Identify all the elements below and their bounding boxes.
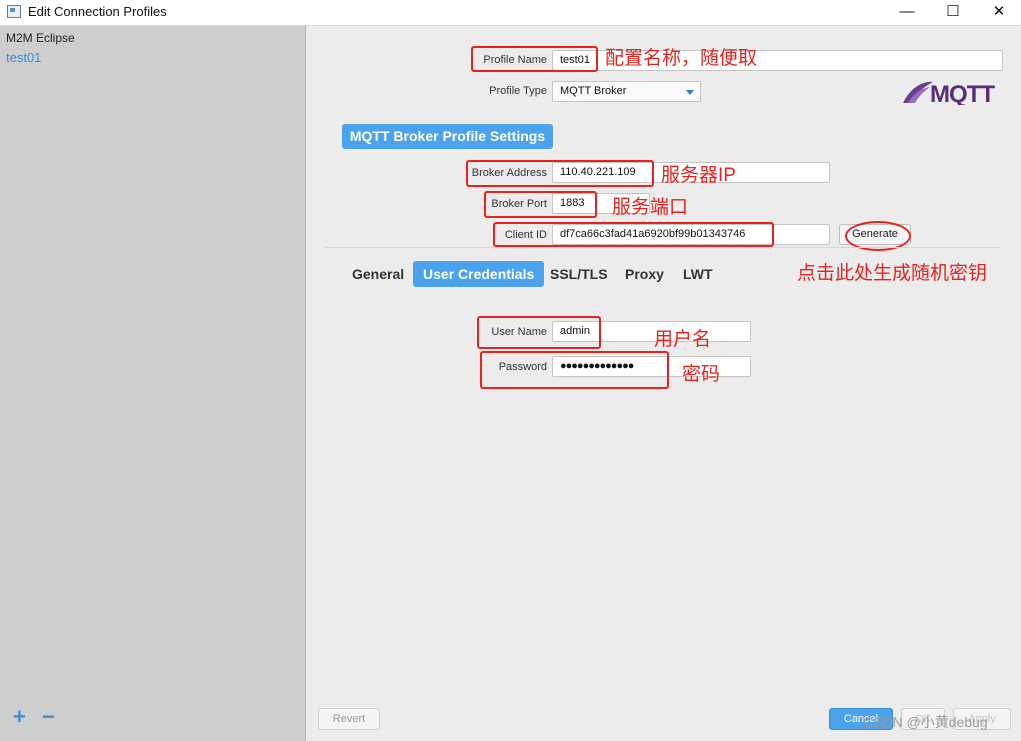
tab-lwt[interactable]: LWT	[683, 261, 713, 287]
profile-name-highlight	[471, 46, 598, 72]
profile-type-value: MQTT Broker	[560, 85, 627, 97]
tab-ssl-tls[interactable]: SSL/TLS	[550, 261, 608, 287]
chevron-down-icon	[686, 90, 694, 95]
tab-proxy[interactable]: Proxy	[625, 261, 664, 287]
title-bar: Edit Connection Profiles — ☐ ✕	[0, 0, 1021, 26]
csdn-watermark: CSDN @小黄debug	[863, 714, 988, 730]
tab-user-credentials[interactable]: User Credentials	[413, 261, 545, 287]
mqtt-logo-text: MQTT	[930, 81, 995, 105]
broker-address-highlight	[466, 160, 654, 187]
minimize-button[interactable]: —	[884, 0, 930, 25]
section-divider	[325, 247, 1001, 248]
client-id-highlight	[493, 222, 774, 247]
add-profile-button[interactable]: +	[13, 706, 26, 728]
password-annotation: 密码	[682, 364, 721, 385]
server-ip-annotation: 服务器IP	[661, 165, 736, 186]
sidebar-group-label: M2M Eclipse	[6, 31, 75, 45]
username-annotation: 用户名	[654, 329, 712, 350]
profile-name-annotation: 配置名称，随便取	[605, 48, 758, 69]
username-highlight	[477, 316, 601, 349]
sidebar-item-test01[interactable]: test01	[6, 50, 41, 65]
window-title: Edit Connection Profiles	[28, 4, 167, 19]
generate-annotation: 点击此处生成随机密钥	[797, 263, 988, 284]
app-icon	[7, 5, 21, 18]
profile-type-label: Profile Type	[489, 85, 547, 97]
tab-general[interactable]: General	[352, 261, 404, 287]
password-highlight	[480, 351, 669, 389]
profiles-sidebar: M2M Eclipse test01 + −	[0, 26, 306, 741]
profile-type-select[interactable]: MQTT Broker	[552, 81, 701, 102]
close-button[interactable]: ✕	[976, 0, 1021, 25]
remove-profile-button[interactable]: −	[42, 706, 55, 728]
revert-button[interactable]: Revert	[318, 708, 380, 730]
server-port-annotation: 服务端口	[612, 197, 689, 218]
broker-settings-header[interactable]: MQTT Broker Profile Settings	[342, 124, 553, 149]
broker-port-highlight	[484, 191, 597, 218]
profile-editor: Profile Name test01 配置名称，随便取 Profile Typ…	[307, 26, 1021, 741]
mqtt-logo: MQTT	[903, 81, 996, 105]
maximize-button[interactable]: ☐	[930, 0, 976, 25]
